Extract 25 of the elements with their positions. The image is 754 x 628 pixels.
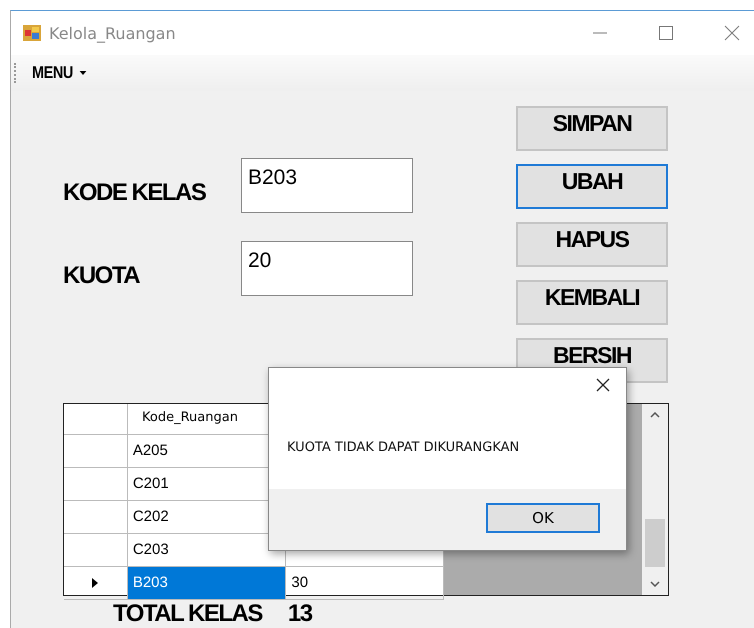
menu-button[interactable]: MENU bbox=[32, 63, 86, 83]
current-row-icon bbox=[92, 578, 98, 588]
action-button[interactable]: UBAH bbox=[516, 164, 668, 209]
action-button[interactable]: SIMPAN bbox=[516, 106, 668, 151]
total-value: 13 bbox=[288, 600, 312, 628]
action-button[interactable]: HAPUS bbox=[516, 222, 668, 267]
scroll-down-icon[interactable] bbox=[650, 581, 660, 587]
toolbar-grip bbox=[14, 63, 18, 83]
total-label: TOTAL KELAS bbox=[113, 600, 262, 628]
dialog-message: KUOTA TIDAK DAPAT DIKURANGKAN bbox=[287, 440, 520, 455]
app-icon bbox=[23, 25, 41, 41]
window-title: Kelola_Ruangan bbox=[49, 24, 176, 42]
table-cell[interactable]: B203 bbox=[128, 567, 286, 599]
close-icon[interactable] bbox=[596, 378, 610, 392]
field-label: KODE KELAS bbox=[63, 178, 207, 206]
scrollbar[interactable] bbox=[642, 404, 668, 595]
ok-button[interactable]: OK bbox=[486, 503, 600, 533]
input-field[interactable]: B203 bbox=[241, 158, 413, 213]
action-button[interactable]: KEMBALI bbox=[516, 280, 668, 325]
caret-icon bbox=[80, 70, 86, 76]
scrollbar-thumb[interactable] bbox=[645, 519, 665, 567]
maximize-icon[interactable] bbox=[658, 25, 674, 41]
scroll-up-icon[interactable] bbox=[650, 412, 660, 418]
field-label: KUOTA bbox=[63, 260, 141, 290]
input-field[interactable]: 20 bbox=[241, 241, 413, 296]
